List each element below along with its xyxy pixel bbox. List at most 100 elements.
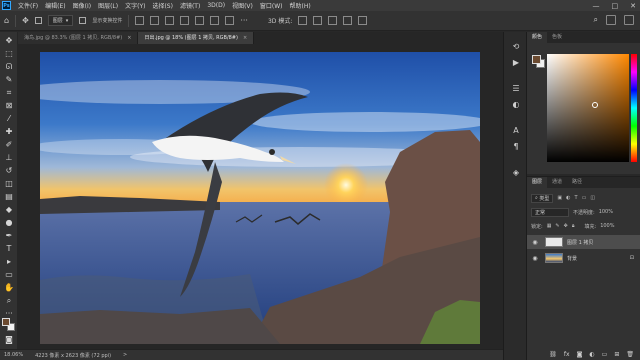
zoom-level[interactable]: 18.06%: [4, 352, 23, 358]
menu-file[interactable]: 文件(F): [18, 1, 38, 10]
fill-value[interactable]: 100%: [600, 223, 614, 229]
quick-mask-icon[interactable]: ◙: [4, 335, 14, 345]
adjustment-layer-icon[interactable]: ◐: [589, 351, 594, 358]
menu-help[interactable]: 帮助(H): [290, 1, 311, 10]
layer-row-background[interactable]: ◉ 背景 ⊡: [527, 251, 640, 265]
history-brush-icon[interactable]: ↺: [4, 166, 14, 176]
close-icon[interactable]: ×: [243, 35, 247, 41]
color-picker-cursor[interactable]: [592, 102, 598, 108]
menu-filter[interactable]: 滤镜(T): [180, 1, 200, 10]
orbit-3d-icon[interactable]: [298, 16, 308, 25]
lock-pixels-icon[interactable]: ▦: [547, 223, 552, 229]
distribute-icon[interactable]: [225, 16, 235, 25]
opacity-value[interactable]: 100%: [599, 209, 613, 215]
filter-type-icon[interactable]: T: [575, 195, 578, 201]
foreground-color-chip[interactable]: [532, 55, 541, 64]
move-tool-icon[interactable]: ✥: [22, 16, 29, 25]
search-icon[interactable]: ⌕: [594, 15, 598, 25]
paragraph-icon[interactable]: ¶: [511, 142, 521, 152]
actions-icon[interactable]: ▶: [511, 58, 521, 68]
hand-icon[interactable]: ✋: [4, 283, 14, 293]
more-options-icon[interactable]: ···: [240, 16, 248, 25]
drag-3d-icon[interactable]: [328, 16, 338, 25]
eyedropper-icon[interactable]: ⁄: [4, 114, 14, 124]
tab-seabird[interactable]: 海鸟.jpg @ 83.3% (图层 1 拷贝, RGB/8#) ×: [18, 32, 139, 44]
lasso-icon[interactable]: ᘏ: [4, 62, 14, 72]
slide-3d-icon[interactable]: [343, 16, 353, 25]
menu-layer[interactable]: 图层(L): [98, 1, 118, 10]
character-icon[interactable]: A: [511, 126, 521, 136]
layer-row-copy[interactable]: ◉ 图层 1 拷贝: [527, 235, 640, 249]
frame-icon[interactable]: ⊠: [4, 101, 14, 111]
menu-select[interactable]: 选择(S): [152, 1, 173, 10]
menu-3d[interactable]: 3D(D): [207, 2, 225, 9]
close-icon[interactable]: ×: [127, 35, 131, 41]
tab-swatches[interactable]: 色板: [547, 32, 567, 43]
gradient-icon[interactable]: ▤: [4, 192, 14, 202]
rectangle-icon[interactable]: ▭: [4, 270, 14, 280]
lock-all-icon[interactable]: 🔒︎: [572, 223, 575, 229]
tab-paths[interactable]: 路径: [567, 177, 587, 188]
path-select-icon[interactable]: ▸: [4, 257, 14, 267]
type-icon[interactable]: T: [4, 244, 14, 254]
tab-sunrise[interactable]: 日出.jpg @ 18% (图层 1 拷贝, RGB/8#) ×: [138, 32, 255, 44]
lock-position-icon[interactable]: ✥: [564, 223, 568, 229]
canvas-area[interactable]: [18, 44, 503, 349]
library-icon[interactable]: ◈: [511, 168, 521, 178]
brush-icon[interactable]: ✐: [4, 140, 14, 150]
menu-window[interactable]: 窗口(W): [260, 1, 283, 10]
eraser-icon[interactable]: ◫: [4, 179, 14, 189]
align-right-icon[interactable]: [165, 16, 175, 25]
transform-controls-checkbox-icon[interactable]: [79, 17, 87, 24]
marquee-icon[interactable]: ⬚: [4, 49, 14, 59]
blur-icon[interactable]: ◆: [4, 205, 14, 215]
roll-3d-icon[interactable]: [313, 16, 323, 25]
new-group-icon[interactable]: ▭: [602, 351, 608, 358]
link-layers-icon[interactable]: ⛓︎: [549, 351, 557, 358]
pen-icon[interactable]: ✒: [4, 231, 14, 241]
scale-3d-icon[interactable]: [358, 16, 368, 25]
dodge-icon[interactable]: ●: [4, 218, 14, 228]
color-picker-field[interactable]: [547, 54, 629, 162]
healing-icon[interactable]: ✚: [4, 127, 14, 137]
auto-select-checkbox-icon[interactable]: [34, 17, 42, 24]
align-bottom-icon[interactable]: [210, 16, 220, 25]
hue-slider[interactable]: [631, 54, 637, 162]
filter-adjust-icon[interactable]: ◐: [566, 195, 570, 201]
filter-shape-icon[interactable]: ▭: [582, 195, 587, 201]
add-mask-icon[interactable]: ◙: [577, 351, 583, 358]
menu-type[interactable]: 文字(Y): [125, 1, 145, 10]
zoom-icon[interactable]: ⌕: [4, 296, 14, 306]
align-middle-icon[interactable]: [195, 16, 205, 25]
menu-edit[interactable]: 编辑(E): [45, 1, 65, 10]
align-center-icon[interactable]: [150, 16, 160, 25]
crop-icon[interactable]: ⌗: [4, 88, 14, 98]
lock-paint-icon[interactable]: ✎: [555, 223, 559, 229]
adjust-icon[interactable]: ◐: [511, 100, 521, 110]
tab-channels[interactable]: 通道: [547, 177, 567, 188]
move-icon[interactable]: ✥: [4, 36, 14, 46]
tab-layers[interactable]: 图层: [527, 177, 548, 188]
layer-style-icon[interactable]: fx: [564, 351, 570, 358]
stamp-icon[interactable]: ⊥: [4, 153, 14, 163]
document-canvas-image[interactable]: [40, 52, 480, 344]
quick-select-icon[interactable]: ✎: [4, 75, 14, 85]
workspace-icon[interactable]: [606, 15, 616, 25]
filter-smart-icon[interactable]: ◫: [590, 195, 595, 201]
menu-image[interactable]: 图像(I): [73, 1, 91, 10]
eye-icon[interactable]: ◉: [530, 239, 540, 246]
delete-layer-icon[interactable]: 🗑︎: [626, 351, 634, 358]
new-layer-icon[interactable]: ⊞: [614, 351, 619, 358]
close-button[interactable]: ✕: [630, 2, 636, 10]
history-icon[interactable]: ⟲: [511, 42, 521, 52]
minimize-button[interactable]: —: [593, 2, 600, 10]
home-icon[interactable]: ⌂: [4, 16, 9, 25]
menu-view[interactable]: 视图(V): [232, 1, 253, 10]
blend-mode-dropdown[interactable]: 正常: [531, 207, 569, 217]
align-top-icon[interactable]: [180, 16, 190, 25]
auto-select-dropdown[interactable]: 图层 ▾: [47, 15, 74, 26]
properties-icon[interactable]: ☰: [511, 84, 521, 94]
status-menu-arrow[interactable]: >: [123, 352, 127, 358]
align-left-icon[interactable]: [135, 16, 145, 25]
layer-kind-filter[interactable]: ⌕ 类型: [531, 193, 554, 203]
